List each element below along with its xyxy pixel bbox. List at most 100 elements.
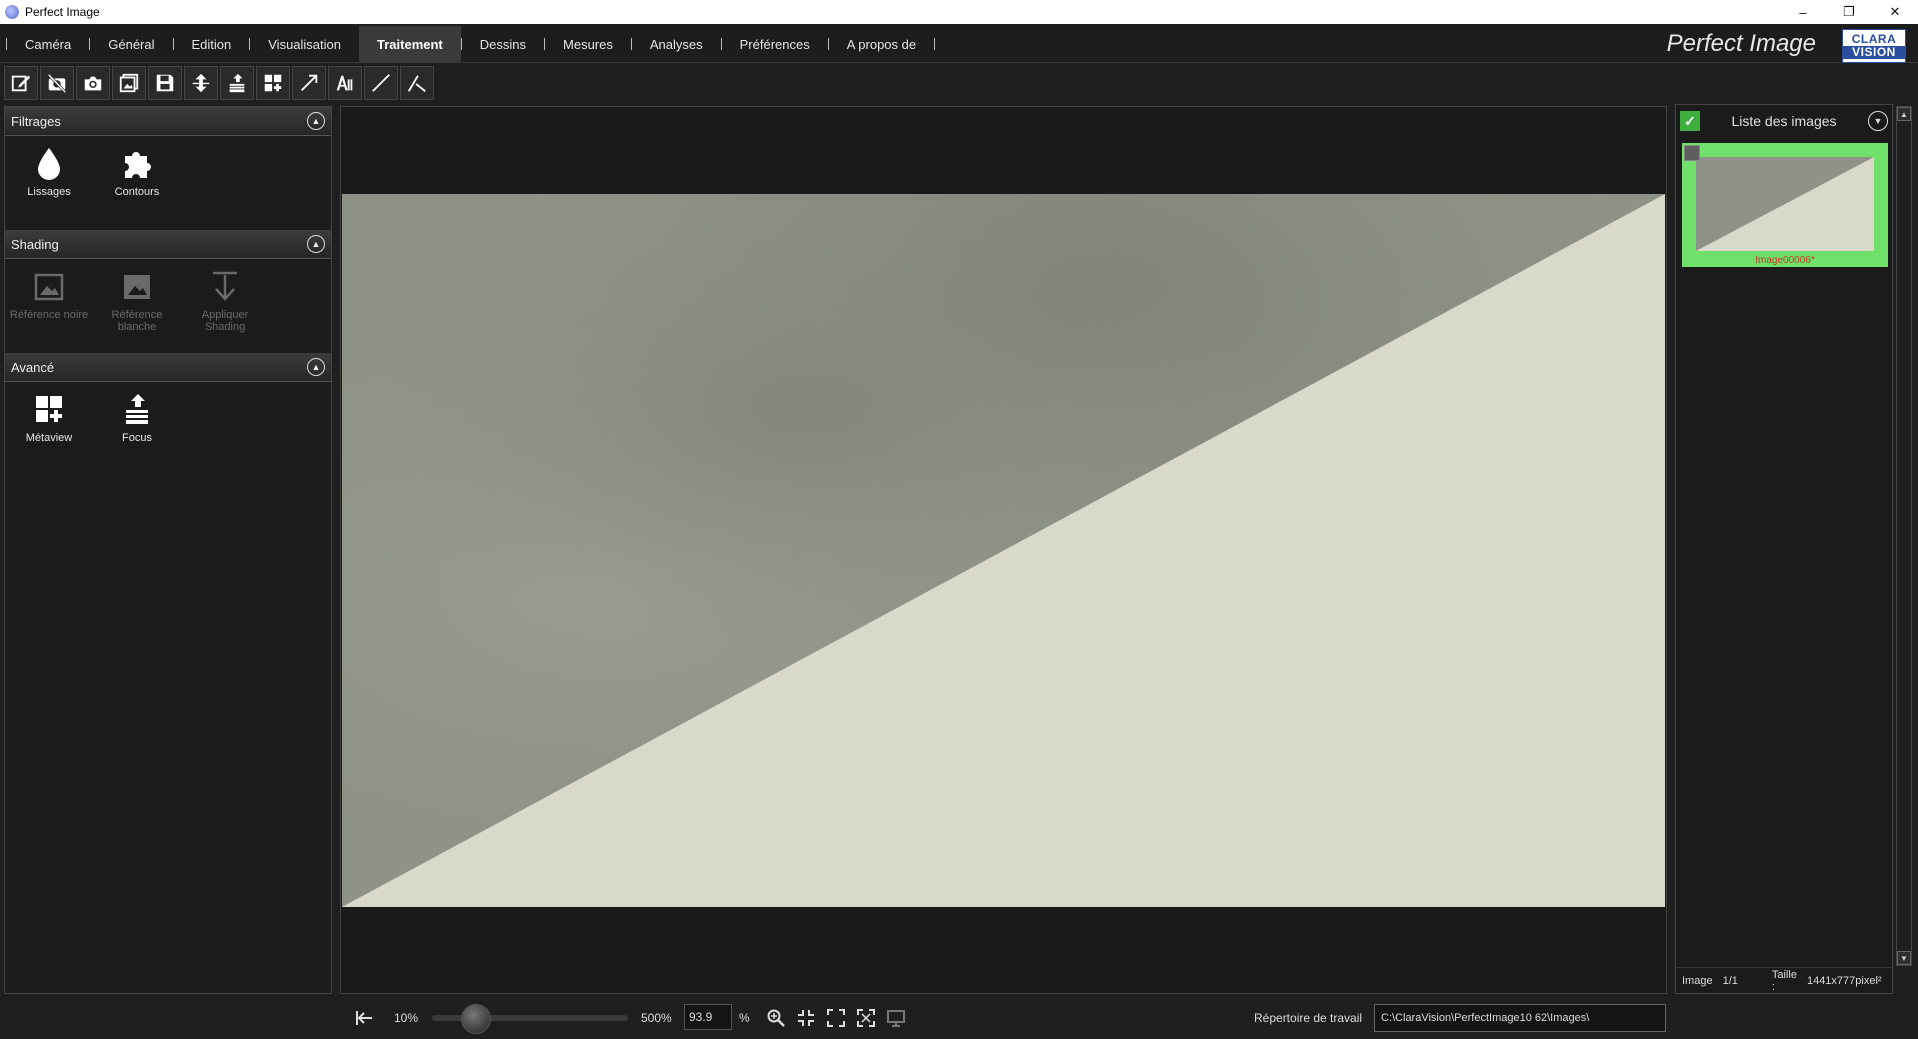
reference-noire-button[interactable]: Référence noire [5,269,93,353]
section-header-avance[interactable]: Avancé ▲ [5,353,331,382]
image-count: 1/1 [1722,974,1738,987]
arrow-icon [301,74,318,91]
menu-item-dessins[interactable]: Dessins [462,26,544,62]
collapse-icon[interactable]: ▲ [307,112,325,130]
metaview-icon [264,74,282,92]
focus-stack-icon [229,73,245,93]
layers-tool-button[interactable] [184,66,218,100]
image-list-panel: ✓ Liste des images ▼ Image00006* Image 1… [1675,104,1893,994]
focus-stack-tool-button[interactable] [220,66,254,100]
menu-separator [934,38,936,50]
app-icon [5,5,19,19]
drop-icon [38,148,60,180]
edit-tool-button[interactable] [4,66,38,100]
collapse-icon[interactable]: ▲ [307,358,325,376]
window-title: Perfect Image [25,5,100,19]
restore-button[interactable]: ❐ [1826,0,1872,24]
lissages-button[interactable]: Lissages [5,146,93,230]
brand-name: Perfect Image [1666,30,1816,57]
focus-stack-icon [126,394,148,424]
line-icon [372,74,390,92]
fit-inner-icon[interactable] [796,1008,816,1028]
angle-tool-button[interactable] [400,66,434,100]
thumbnail-checkbox[interactable] [1684,145,1700,161]
menu-item-camera[interactable]: Caméra [7,26,89,62]
reference-blanche-label: Référence blanche [111,309,163,333]
zoom-in-icon[interactable] [766,1008,786,1028]
image-light-icon [124,275,150,299]
line-tool-button[interactable] [364,66,398,100]
puzzle-icon [125,152,151,178]
angle-icon [407,75,426,92]
section-body-shading: Référence noire Référence blanche Appliq… [5,259,331,353]
displayed-image[interactable] [342,194,1665,907]
zoom-reset-icon[interactable] [354,1008,374,1028]
zoom-unit-label: % [739,1011,750,1025]
section-body-avance: Métaview Focus [5,382,331,476]
image-stack-tool-button[interactable] [112,66,146,100]
size-value: 1441x777pixel² [1806,974,1882,987]
zoom-min-label: 10% [394,1011,419,1025]
image-thumbnail[interactable]: Image00006* [1682,143,1888,267]
image-list-menu-icon[interactable]: ▼ [1868,111,1888,131]
image-list-title: Liste des images [1731,113,1837,129]
scroll-up-icon[interactable]: ▲ [1897,107,1911,121]
workdir-input[interactable] [1374,1004,1666,1032]
zoom-slider[interactable] [432,1004,628,1034]
claravision-logo: CLARA VISION [1842,29,1906,63]
close-button[interactable]: ✕ [1872,0,1918,24]
fit-frame-icon[interactable] [826,1008,846,1028]
section-title: Shading [11,236,59,252]
menu-item-analyses[interactable]: Analyses [632,26,721,62]
thumbnail-image [1696,157,1874,251]
title-bar: Perfect Image – ❐ ✕ [0,0,1918,24]
menu-item-general[interactable]: Général [90,26,172,62]
metaview-button[interactable]: Métaview [5,392,93,476]
collapse-icon[interactable]: ▲ [307,235,325,253]
menu-item-traitement[interactable]: Traitement [359,26,461,62]
zoom-slider-handle[interactable] [460,1004,491,1034]
no-camera-tool-button[interactable] [40,66,74,100]
display-icon[interactable] [886,1008,906,1028]
image-list-scrollbar[interactable]: ▲ ▼ [1896,106,1912,966]
image-list-footer: Image 1/1 Taille : 1441x777pixel² [1676,967,1892,993]
section-header-filtrages[interactable]: Filtrages ▲ [5,107,331,136]
contours-button[interactable]: Contours [93,146,181,230]
menu-bar: Caméra Général Edition Visualisation Tra… [0,26,1918,63]
appliquer-shading-label: Appliquer Shading [201,309,249,333]
menu-item-edition[interactable]: Edition [174,26,250,62]
focus-button[interactable]: Focus [93,392,181,476]
thumbnail-name: Image00006* [1755,255,1815,266]
minimize-button[interactable]: – [1780,0,1826,24]
metaview-tool-button[interactable] [256,66,290,100]
arrow-tool-button[interactable] [292,66,326,100]
image-viewer[interactable] [340,106,1667,994]
camera-tool-button[interactable] [76,66,110,100]
focus-label: Focus [122,432,152,444]
save-icon [156,74,174,92]
fullscreen-icon[interactable] [856,1008,876,1028]
scroll-down-icon[interactable]: ▼ [1897,951,1911,965]
menu-item-mesures[interactable]: Mesures [545,26,631,62]
camera-icon [84,76,102,91]
processing-panel: Filtrages ▲ Lissages Contours Shading ▲ … [4,106,332,994]
menu-item-a-propos[interactable]: A propos de [829,26,934,62]
zoom-value-input[interactable] [684,1004,732,1030]
lissages-label: Lissages [27,186,71,198]
section-title: Avancé [11,359,55,375]
menu-item-preferences[interactable]: Préférences [722,26,828,62]
reference-blanche-button[interactable]: Référence blanche [93,269,181,353]
apply-arrow-icon [213,271,237,301]
no-camera-icon [47,73,67,94]
section-header-shading[interactable]: Shading ▲ [5,230,331,259]
size-label: Taille : [1771,968,1797,993]
select-all-checkbox[interactable]: ✓ [1680,111,1700,131]
image-dark-icon [34,273,64,301]
appliquer-shading-button[interactable]: Appliquer Shading [181,269,269,353]
section-title: Filtrages [11,113,61,129]
menu-item-visualisation[interactable]: Visualisation [250,26,359,62]
save-tool-button[interactable] [148,66,182,100]
image-label: Image [1682,974,1713,987]
image-stack-icon [119,73,139,93]
text-tool-button[interactable] [328,66,362,100]
